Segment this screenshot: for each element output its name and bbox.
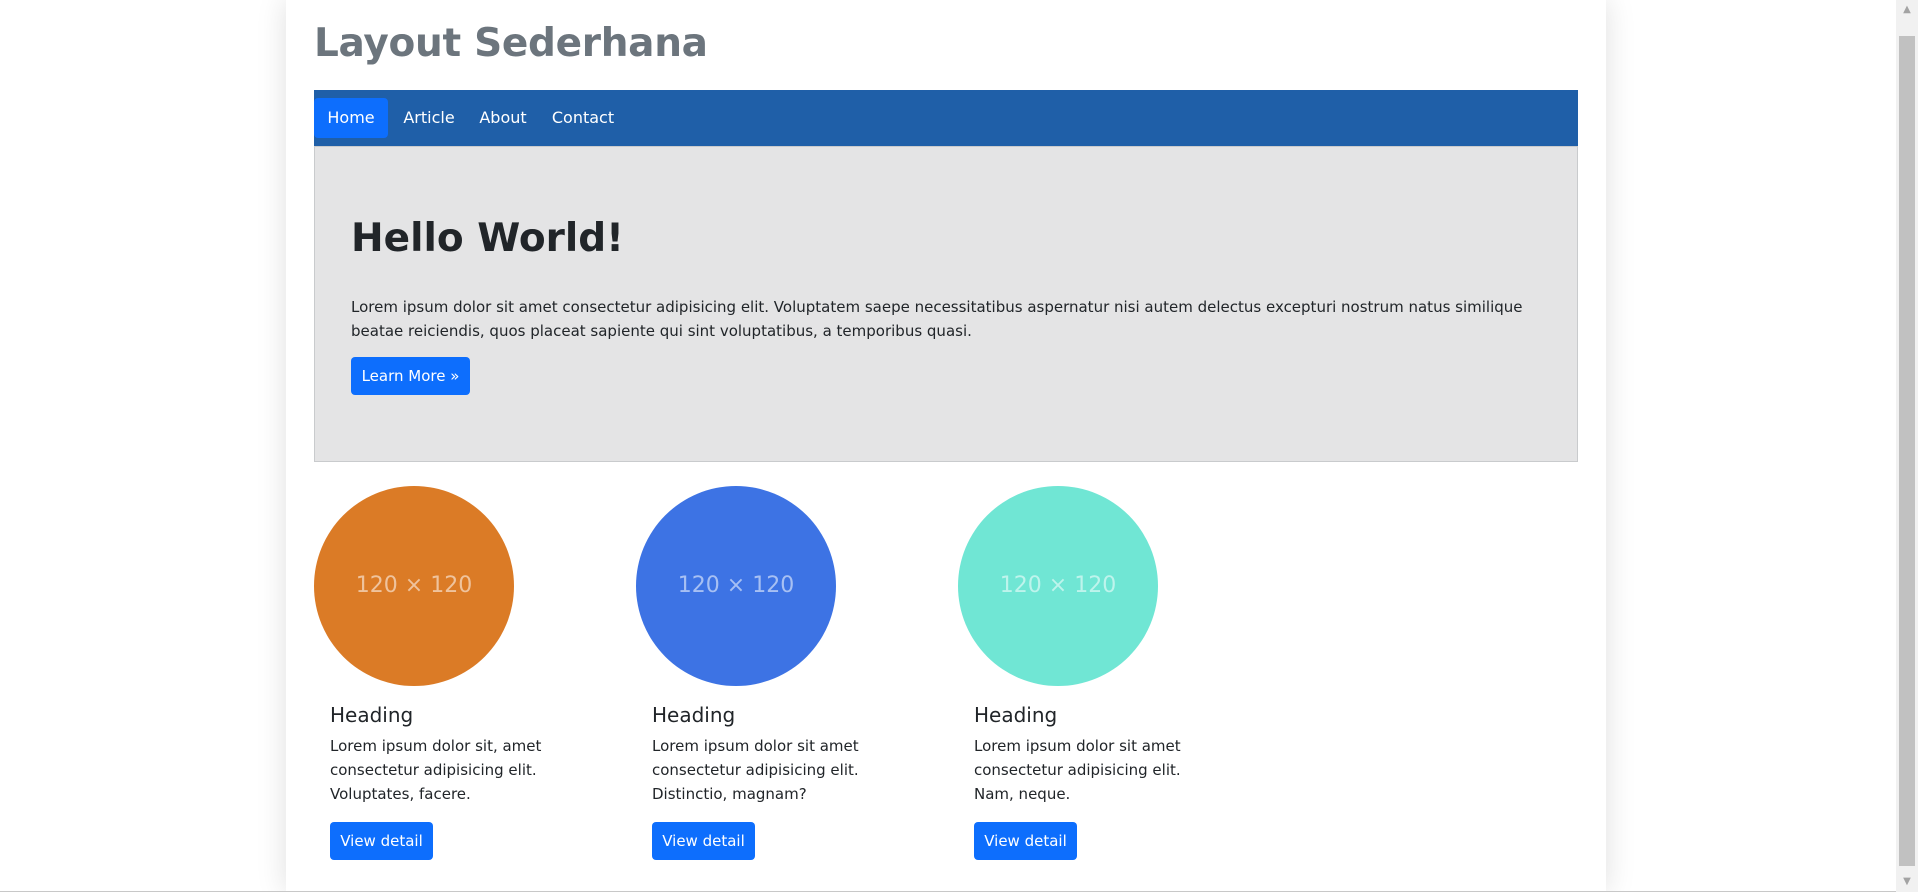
card-text: Lorem ipsum dolor sit amet consectetur a… bbox=[652, 737, 859, 803]
card-image-placeholder: 120 × 120 bbox=[636, 486, 836, 686]
card-image-placeholder: 120 × 120 bbox=[958, 486, 1158, 686]
learn-more-button[interactable]: Learn More » bbox=[351, 357, 470, 395]
nav-item-article[interactable]: Article bbox=[394, 98, 464, 138]
vertical-scrollbar[interactable]: ▲ ▼ bbox=[1896, 0, 1918, 892]
jumbotron-text: Lorem ipsum dolor sit amet consectetur a… bbox=[351, 298, 1523, 340]
view-detail-button[interactable]: View detail bbox=[652, 822, 755, 860]
placeholder-size-label: 120 × 120 bbox=[677, 573, 795, 598]
view-detail-button[interactable]: View detail bbox=[974, 822, 1077, 860]
card-text: Lorem ipsum dolor sit, amet consectetur … bbox=[330, 737, 542, 803]
jumbotron: Hello World! Lorem ipsum dolor sit amet … bbox=[314, 146, 1578, 462]
nav-item-contact[interactable]: Contact bbox=[542, 98, 624, 138]
card-image-placeholder: 120 × 120 bbox=[314, 486, 514, 686]
view-detail-button[interactable]: View detail bbox=[330, 822, 433, 860]
site-title: Layout Sederhana bbox=[314, 21, 708, 66]
jumbotron-title: Hello World! bbox=[351, 216, 624, 261]
nav-item-home[interactable]: Home bbox=[314, 98, 388, 138]
triangle-up-icon[interactable]: ▲ bbox=[1896, 0, 1918, 20]
scrollbar-thumb[interactable] bbox=[1899, 36, 1915, 866]
placeholder-size-label: 120 × 120 bbox=[999, 573, 1117, 598]
nav-item-about[interactable]: About bbox=[470, 98, 536, 138]
card-heading: Heading bbox=[330, 703, 414, 727]
card-heading: Heading bbox=[652, 703, 736, 727]
card-text: Lorem ipsum dolor sit amet consectetur a… bbox=[974, 737, 1181, 803]
triangle-down-icon[interactable]: ▼ bbox=[1896, 872, 1918, 892]
placeholder-size-label: 120 × 120 bbox=[355, 573, 473, 598]
navbar: Home Article About Contact bbox=[314, 90, 1578, 146]
card-heading: Heading bbox=[974, 703, 1058, 727]
page-container: Layout Sederhana Home Article About Cont… bbox=[286, 0, 1606, 892]
